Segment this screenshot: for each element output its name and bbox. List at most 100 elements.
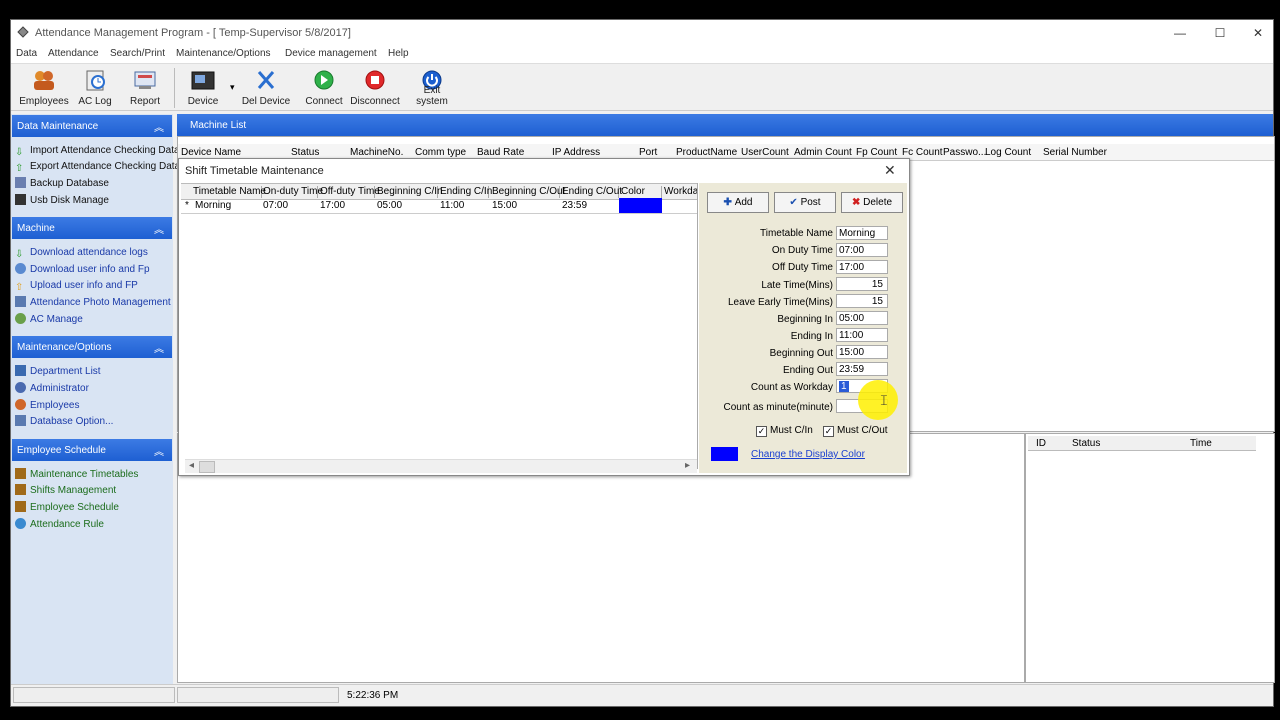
change-display-color-link[interactable]: Change the Display Color [751,449,865,460]
collapse-icon[interactable]: ︽ [154,221,164,236]
schedule-header[interactable]: Employee Schedule ︽ [12,439,172,461]
connect-button[interactable]: Connect [303,67,345,109]
sidebar-item-photo[interactable]: Attendance Photo Management [15,295,171,311]
machine-header[interactable]: Machine ︽ [12,217,172,239]
scroll-left-icon[interactable]: ◂ [189,460,194,471]
sidebar-item-usb[interactable]: Usb Disk Manage [15,193,109,209]
menu-device-management[interactable]: Device management [285,48,377,59]
column-header[interactable]: Device Name [181,147,241,158]
menu-data[interactable]: Data [16,48,37,59]
column-header[interactable]: Timetable Name [193,186,266,198]
minimize-button[interactable]: — [1165,24,1195,42]
sidebar-item-employees[interactable]: Employees [15,398,79,414]
column-header[interactable]: UserCount [741,147,789,158]
maintenance-header[interactable]: Maintenance/Options ︽ [12,336,172,358]
column-header[interactable]: Beginning C/Out [492,186,565,198]
disconnect-button[interactable]: Disconnect [349,67,401,109]
column-header[interactable]: Passwo... [943,147,986,158]
column-header[interactable]: ID [1036,438,1046,449]
data-maintenance-header[interactable]: Data Maintenance ︽ [12,115,172,137]
column-header[interactable]: Workda [664,186,698,198]
column-header[interactable]: Log Count [985,147,1031,158]
cell-timetable-name[interactable]: Morning [195,200,231,211]
column-header[interactable]: Fc Count [902,147,943,158]
must-cin-checkbox[interactable]: ✓ Must C/In [756,425,813,437]
ac-log-button[interactable]: AC Log [73,67,117,109]
close-button[interactable]: ✕ [1243,24,1273,42]
late-time-field[interactable]: 15 [836,277,888,291]
sidebar-item-shifts[interactable]: Shifts Management [15,483,116,499]
column-header[interactable]: MachineNo. [350,147,403,158]
collapse-icon[interactable]: ︽ [154,119,164,134]
column-header[interactable]: Ending C/Out [562,186,622,198]
sidebar-item-administrator[interactable]: Administrator [15,381,89,397]
sidebar-item-upload-user[interactable]: ⇧ Upload user info and FP [15,278,138,294]
ending-in-field[interactable]: 11:00 [836,328,888,342]
column-header[interactable]: Port [639,147,657,158]
column-header[interactable]: ProductName [676,147,737,158]
sidebar-item-department[interactable]: Department List [15,364,101,380]
delete-button[interactable]: ✖ Delete [841,192,903,213]
cell-beginning-in[interactable]: 05:00 [377,200,402,211]
scroll-thumb[interactable] [199,461,215,473]
column-header[interactable]: Color [621,186,662,198]
sidebar-item-ac-manage[interactable]: AC Manage [15,312,83,328]
column-header[interactable]: Beginning C/In [377,186,443,198]
sidebar-item-import[interactable]: ⇩ Import Attendance Checking Data [15,143,180,159]
column-header[interactable]: IP Address [552,147,600,158]
sidebar-item-timetables[interactable]: Maintenance Timetables [15,467,138,483]
cell-on-duty[interactable]: 07:00 [263,200,288,211]
menu-search-print[interactable]: Search/Print [110,48,165,59]
sidebar-item-export[interactable]: ⇧ Export Attendance Checking Data [15,159,180,175]
timetable-grid[interactable]: Timetable Name On-duty Time Off-duty Tim… [181,183,698,473]
collapse-icon[interactable]: ︽ [154,443,164,458]
dialog-close-icon[interactable]: ✕ [884,162,896,179]
employees-button[interactable]: Employees [17,67,71,109]
maximize-button[interactable]: ☐ [1205,24,1235,42]
sidebar-item-download-logs[interactable]: ⇩ Download attendance logs [15,245,148,261]
column-header[interactable]: Off-duty Time [320,186,380,198]
cell-ending-in[interactable]: 11:00 [440,200,464,211]
sidebar-item-employee-schedule[interactable]: Employee Schedule [15,500,119,516]
column-header[interactable]: Status [1072,438,1100,449]
column-header[interactable]: Baud Rate [477,147,524,158]
cell-off-duty[interactable]: 17:00 [320,200,345,211]
collapse-icon[interactable]: ︽ [154,340,164,355]
beginning-out-field[interactable]: 15:00 [836,345,888,359]
cell-ending-out[interactable]: 23:59 [562,200,587,211]
column-header[interactable]: Admin Count [794,147,852,158]
column-header[interactable]: On-duty Time [263,186,323,198]
report-button[interactable]: Report [123,67,167,109]
scroll-right-icon[interactable]: ▸ [685,460,690,471]
column-header[interactable]: Time [1190,438,1212,449]
on-duty-field[interactable]: 07:00 [836,243,888,257]
leave-early-field[interactable]: 15 [836,294,888,308]
column-header[interactable]: Ending C/In [440,186,492,198]
beginning-in-field[interactable]: 05:00 [836,311,888,325]
column-header[interactable]: Serial Number [1043,147,1107,158]
must-cout-checkbox[interactable]: ✓ Must C/Out [823,425,888,437]
horizontal-scrollbar[interactable]: ◂ ▸ [185,459,697,473]
menu-help[interactable]: Help [388,48,409,59]
table-row[interactable]: * Morning 07:00 17:00 05:00 11:00 15:00 … [181,198,697,214]
column-header[interactable]: Fp Count [856,147,897,158]
sidebar-item-attendance-rule[interactable]: Attendance Rule [15,517,104,533]
timetable-name-field[interactable]: Morning [836,226,888,240]
post-button[interactable]: ✔ Post [774,192,836,213]
ending-out-field[interactable]: 23:59 [836,362,888,376]
menu-maintenance-options[interactable]: Maintenance/Options [176,48,271,59]
exit-system-button[interactable]: Exit system [407,67,457,109]
off-duty-field[interactable]: 17:00 [836,260,888,274]
column-header[interactable]: Comm type [415,147,466,158]
sidebar-item-download-user[interactable]: Download user info and Fp [15,262,150,278]
device-dropdown-icon[interactable]: ▾ [230,82,235,93]
menu-attendance[interactable]: Attendance [48,48,99,59]
device-button[interactable]: Device [181,67,225,109]
add-button[interactable]: ✚ Add [707,192,769,213]
sidebar-item-backup[interactable]: Backup Database [15,176,109,192]
del-device-button[interactable]: Del Device [241,67,291,109]
sidebar-item-database-option[interactable]: Database Option... [15,414,113,430]
cell-color[interactable] [619,198,662,213]
column-header[interactable]: Status [291,147,319,158]
cell-beginning-out[interactable]: 15:00 [492,200,517,211]
